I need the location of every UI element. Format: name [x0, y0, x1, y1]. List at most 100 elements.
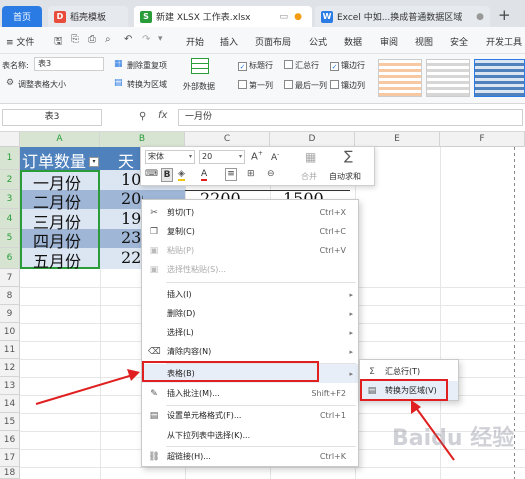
column-header-c[interactable]: C	[185, 132, 270, 147]
save-icon[interactable]: 🖫	[54, 34, 63, 51]
menu-item-format-cells[interactable]: ▤ 设置单元格格式(F)... Ctrl+1	[142, 406, 358, 425]
print-preview-icon[interactable]: ⌕	[105, 34, 111, 45]
row-header[interactable]: 12	[0, 359, 20, 377]
clear-icon[interactable]: ⊖	[267, 169, 275, 179]
table-style-gray[interactable]	[426, 59, 470, 97]
first-column-checkbox[interactable]	[238, 80, 247, 89]
select-all-corner[interactable]	[0, 132, 20, 147]
row-header[interactable]: 2	[0, 170, 20, 190]
undo-icon[interactable]: ↶	[124, 34, 132, 45]
row-header[interactable]: 14	[0, 395, 20, 413]
menu-item-copy[interactable]: ❐ 复制(C) Ctrl+C	[142, 222, 358, 241]
border-icon[interactable]: ⊞	[247, 169, 255, 179]
menu-insert[interactable]: 插入	[220, 35, 238, 48]
merge-button[interactable]: 合并	[301, 171, 317, 182]
menu-security[interactable]: 安全	[450, 35, 468, 48]
row-header[interactable]: 8	[0, 287, 20, 305]
format-painter-icon[interactable]: ⌨	[145, 169, 158, 179]
convert-to-range-button[interactable]: 转换为区域	[127, 79, 167, 90]
menu-item-select[interactable]: 选择(L) ▸	[142, 323, 358, 342]
table-style-orange[interactable]	[378, 59, 422, 97]
resize-table-button[interactable]: 调整表格大小	[18, 79, 66, 90]
row-header[interactable]: 11	[0, 341, 20, 359]
banded-columns-checkbox[interactable]	[330, 80, 339, 89]
total-row-checkbox[interactable]	[284, 60, 293, 69]
menu-item-cut[interactable]: ✂ 剪切(T) Ctrl+X	[142, 203, 358, 222]
row-header[interactable]: 4	[0, 209, 20, 229]
table-style-blue[interactable]	[474, 59, 525, 97]
menu-item-paste-special[interactable]: ▣ 选择性粘贴(S)...	[142, 260, 358, 279]
table-name-input[interactable]: 表3	[34, 57, 104, 71]
row-header[interactable]: 3	[0, 190, 20, 209]
column-header-b[interactable]: B	[100, 132, 185, 147]
menu-item-delete[interactable]: 删除(D) ▸	[142, 304, 358, 323]
tab-docer[interactable]: D 稻壳模板	[48, 6, 128, 27]
cell-b4[interactable]: 19	[121, 209, 143, 228]
export-icon[interactable]: ⎘	[71, 34, 79, 45]
font-color-icon[interactable]: A	[201, 169, 208, 181]
option-total-row[interactable]: 汇总行	[284, 60, 319, 71]
zoom-icon[interactable]: ⚲	[139, 111, 146, 122]
redo-icon[interactable]: ↷	[142, 34, 150, 45]
menu-data[interactable]: 数据	[344, 35, 362, 48]
banded-rows-checkbox[interactable]: ✓	[330, 62, 339, 71]
column-header-f[interactable]: F	[440, 132, 525, 147]
filter-dropdown-icon[interactable]: ▾	[89, 157, 99, 167]
option-header-row[interactable]: ✓ 标题行	[238, 60, 273, 71]
menu-view[interactable]: 视图	[415, 35, 433, 48]
row-header[interactable]: 9	[0, 305, 20, 323]
row-header[interactable]: 10	[0, 323, 20, 341]
increase-font-icon[interactable]: A+	[251, 150, 263, 162]
row-header[interactable]: 6	[0, 248, 20, 269]
formula-input[interactable]: 一月份	[178, 109, 523, 126]
row-header[interactable]: 1	[0, 147, 20, 170]
tab-home[interactable]: 首页	[2, 6, 42, 27]
menu-item-clear[interactable]: ⌫ 清除内容(N) ▸	[142, 342, 358, 361]
menu-start[interactable]: 开始	[186, 35, 204, 48]
menu-item-insert-comment[interactable]: ✎ 插入批注(M)... Shift+F2	[142, 384, 358, 403]
row-header[interactable]: 5	[0, 229, 20, 248]
font-name-select[interactable]: 宋体 ▾	[145, 150, 195, 164]
tab-workbook[interactable]: S 新建 XLSX 工作表.xlsx ▭ ●	[134, 6, 312, 27]
menu-developer[interactable]: 开发工具	[486, 35, 522, 48]
menu-review[interactable]: 审阅	[380, 35, 398, 48]
menu-item-paste[interactable]: ▣ 粘贴(P) Ctrl+V	[142, 241, 358, 260]
menu-page-layout[interactable]: 页面布局	[255, 35, 291, 48]
fx-icon[interactable]: fx	[158, 110, 167, 121]
column-header-e[interactable]: E	[355, 132, 440, 147]
menu-formula[interactable]: 公式	[309, 35, 327, 48]
remove-duplicates-button[interactable]: 删除重复项	[127, 60, 167, 71]
external-data-button[interactable]: 外部数据	[183, 81, 215, 92]
option-last-column[interactable]: 最后一列	[284, 80, 327, 91]
option-banded-rows[interactable]: ✓ 镶边行	[330, 60, 365, 71]
cell-b6[interactable]: 22	[121, 248, 143, 267]
autosum-button[interactable]: 自动求和	[329, 171, 361, 182]
menu-item-insert[interactable]: 插入(I) ▸	[142, 285, 358, 304]
row-header[interactable]: 15	[0, 413, 20, 431]
option-banded-columns[interactable]: 镶边列	[330, 80, 365, 91]
cell-b5[interactable]: 23	[121, 228, 143, 247]
fill-color-icon[interactable]: ◈	[178, 169, 185, 181]
print-icon[interactable]: ⎙	[88, 34, 96, 45]
row-header[interactable]: 18	[0, 467, 20, 479]
option-first-column[interactable]: 第一列	[238, 80, 273, 91]
cell-b3[interactable]: 2000	[121, 189, 143, 208]
row-header[interactable]: 7	[0, 269, 20, 287]
row-header[interactable]: 16	[0, 431, 20, 449]
window-icon[interactable]: ▭	[279, 12, 288, 22]
font-size-select[interactable]: 20 ▾	[199, 150, 245, 164]
name-box[interactable]: 表3	[2, 109, 102, 126]
customize-icon[interactable]: ▾	[158, 34, 163, 44]
tab-browser-article[interactable]: W Excel 中如...换成普通数据区域 ●	[315, 6, 490, 27]
menu-file[interactable]: ≡ 文件	[6, 35, 34, 48]
bold-button[interactable]: B	[161, 168, 173, 182]
menu-item-hyperlink[interactable]: ⛓ 超链接(H)... Ctrl+K	[142, 447, 358, 466]
align-icon[interactable]: ≡	[225, 168, 237, 181]
row-header[interactable]: 17	[0, 449, 20, 467]
plus-icon[interactable]: +	[498, 6, 511, 24]
decrease-font-icon[interactable]: A-	[271, 151, 279, 163]
last-column-checkbox[interactable]	[284, 80, 293, 89]
menu-item-pick-from-list[interactable]: 从下拉列表中选择(K)...	[142, 426, 358, 445]
header-row-checkbox[interactable]: ✓	[238, 62, 247, 71]
row-header[interactable]: 13	[0, 377, 20, 395]
